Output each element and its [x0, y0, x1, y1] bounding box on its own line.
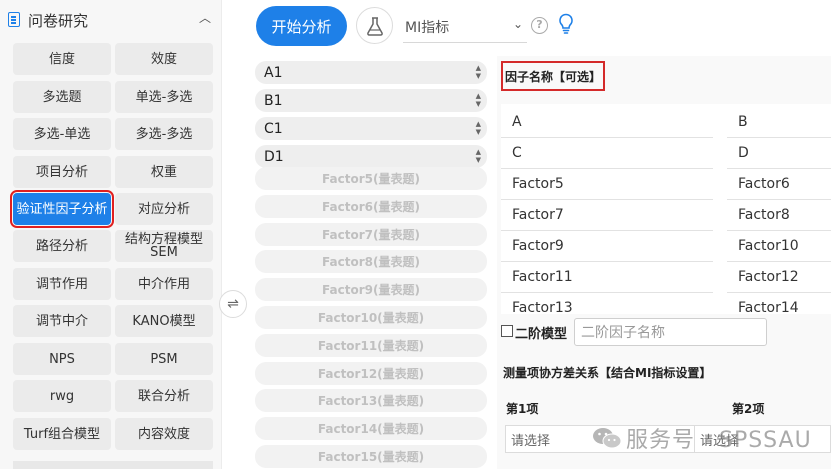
factor-placeholder[interactable]: Factor5(量表题)	[255, 167, 487, 190]
flask-icon	[366, 16, 383, 36]
covariance-title: 测量项协方差关系【结合MI指标设置】	[503, 366, 712, 380]
second-order-label: 二阶模型	[515, 327, 568, 342]
swap-arrows-icon: ⇌	[227, 296, 239, 312]
start-analysis-button[interactable]: 开始分析	[256, 6, 347, 46]
watermark-text: 服务号 · SPSSAU	[626, 428, 812, 453]
factor-name-field[interactable]: Factor13	[501, 293, 713, 314]
method-button[interactable]: 联合分析	[115, 380, 213, 412]
factor-name-field[interactable]: Factor10	[727, 231, 831, 262]
wechat-icon	[593, 428, 622, 449]
method-button[interactable]: 单选-多选	[115, 81, 213, 113]
factor-name-field[interactable]: Factor6	[727, 169, 831, 200]
method-button[interactable]: 调节中介	[13, 305, 111, 337]
factor-placeholder[interactable]: Factor14(量表题)	[255, 417, 487, 441]
second-order-checkbox[interactable]	[501, 325, 513, 337]
factor-name-field[interactable]: Factor12	[727, 262, 831, 293]
flask-button[interactable]	[356, 7, 393, 44]
sidebar-header[interactable]: 问卷研究 ︿	[0, 0, 222, 38]
index-select-value: MI指标	[405, 20, 450, 36]
variable-label: D1	[264, 149, 284, 165]
factor-placeholder[interactable]: Factor13(量表题)	[255, 389, 487, 413]
help-icon[interactable]: ?	[531, 17, 548, 34]
factor-name-field[interactable]: Factor11	[501, 262, 713, 293]
sidebar-bottom-strip	[13, 461, 213, 469]
variable-label: C1	[264, 121, 283, 137]
document-icon	[8, 12, 20, 27]
variable-label: B1	[264, 93, 283, 109]
method-button[interactable]: 中介作用	[115, 268, 213, 300]
method-button[interactable]: 多选-单选	[13, 118, 111, 150]
factor-name-grid: A B C D Factor5 Factor6 Factor7 Factor8 Factor9 F…	[501, 104, 831, 314]
method-button[interactable]: 效度	[115, 43, 213, 75]
method-button[interactable]: 信度	[13, 43, 111, 75]
covariance-col-second: 第2项	[732, 402, 765, 416]
factor-name-field[interactable]: C	[501, 138, 713, 169]
factor-placeholder[interactable]: Factor11(量表题)	[255, 333, 487, 357]
method-button[interactable]: Turf组合模型	[13, 418, 111, 450]
factor-placeholder[interactable]: Factor7(量表题)	[255, 222, 487, 246]
lightbulb-icon[interactable]	[558, 13, 574, 35]
method-button[interactable]: 验证性因子分析	[10, 190, 114, 228]
method-button[interactable]: 调节作用	[13, 268, 111, 300]
covariance-col-first: 第1项	[506, 402, 539, 416]
method-button[interactable]: 项目分析	[13, 156, 111, 188]
index-select[interactable]: MI指标 ⌄	[403, 7, 527, 43]
method-button[interactable]: 多选题	[13, 81, 111, 113]
method-button[interactable]: 内容效度	[115, 418, 213, 450]
reorder-arrows-icon[interactable]: ▲ ▼	[476, 64, 481, 80]
method-button[interactable]: 路径分析	[13, 230, 111, 262]
factor-name-field[interactable]: Factor7	[501, 200, 713, 231]
reorder-arrows-icon[interactable]: ▲ ▼	[476, 92, 481, 108]
method-button[interactable]: 权重	[115, 156, 213, 188]
factor-name-field[interactable]: Factor9	[501, 231, 713, 262]
method-button[interactable]: 多选-多选	[115, 118, 213, 150]
variable-item[interactable]: A1 ▲ ▼	[255, 61, 487, 84]
factor-placeholder[interactable]: Factor9(量表题)	[255, 278, 487, 302]
sidebar-title: 问卷研究	[28, 12, 89, 30]
factor-placeholder[interactable]: Factor6(量表题)	[255, 194, 487, 218]
reorder-arrows-icon[interactable]: ▲ ▼	[476, 148, 481, 164]
variable-label: A1	[264, 65, 283, 81]
method-button[interactable]: NPS	[13, 343, 111, 375]
variable-item[interactable]: D1 ▲ ▼	[255, 145, 487, 168]
watermark: 服务号 · SPSSAU	[592, 423, 812, 453]
sidebar: 问卷研究 ︿ 信度 效度 多选题 单选-多选 多选-单选 多选-多选 项目分析 权重 验证性因子…	[0, 0, 222, 469]
variable-item[interactable]: C1 ▲ ▼	[255, 117, 487, 140]
method-button[interactable]: KANO模型	[115, 305, 213, 337]
factor-placeholder[interactable]: Factor10(量表题)	[255, 306, 487, 329]
factor-name-field[interactable]: Factor14	[727, 293, 831, 314]
factor-name-field[interactable]: A	[501, 107, 713, 138]
swap-button[interactable]: ⇌	[219, 290, 247, 318]
factor-name-field[interactable]: B	[727, 107, 831, 138]
chevron-down-icon: ⌄	[512, 17, 523, 31]
variable-item[interactable]: B1 ▲ ▼	[255, 89, 487, 112]
factor-placeholder[interactable]: Factor15(量表题)	[255, 445, 487, 468]
method-button[interactable]: PSM	[115, 343, 213, 375]
reorder-arrows-icon[interactable]: ▲ ▼	[476, 120, 481, 136]
factor-name-field[interactable]: Factor5	[501, 169, 713, 200]
method-button[interactable]: rwg	[13, 380, 111, 412]
factor-name-title: 因子名称【可选】	[501, 61, 605, 91]
factor-name-field[interactable]: D	[727, 138, 831, 169]
method-button[interactable]: 对应分析	[115, 193, 213, 225]
method-button[interactable]: 结构方程模型SEM	[115, 230, 213, 262]
chevron-up-icon[interactable]: ︿	[198, 11, 212, 25]
factor-placeholder[interactable]: Factor12(量表题)	[255, 361, 487, 385]
second-order-name-input[interactable]: 二阶因子名称	[574, 318, 767, 346]
factor-placeholder[interactable]: Factor8(量表题)	[255, 250, 487, 274]
factor-name-field[interactable]: Factor8	[727, 200, 831, 231]
